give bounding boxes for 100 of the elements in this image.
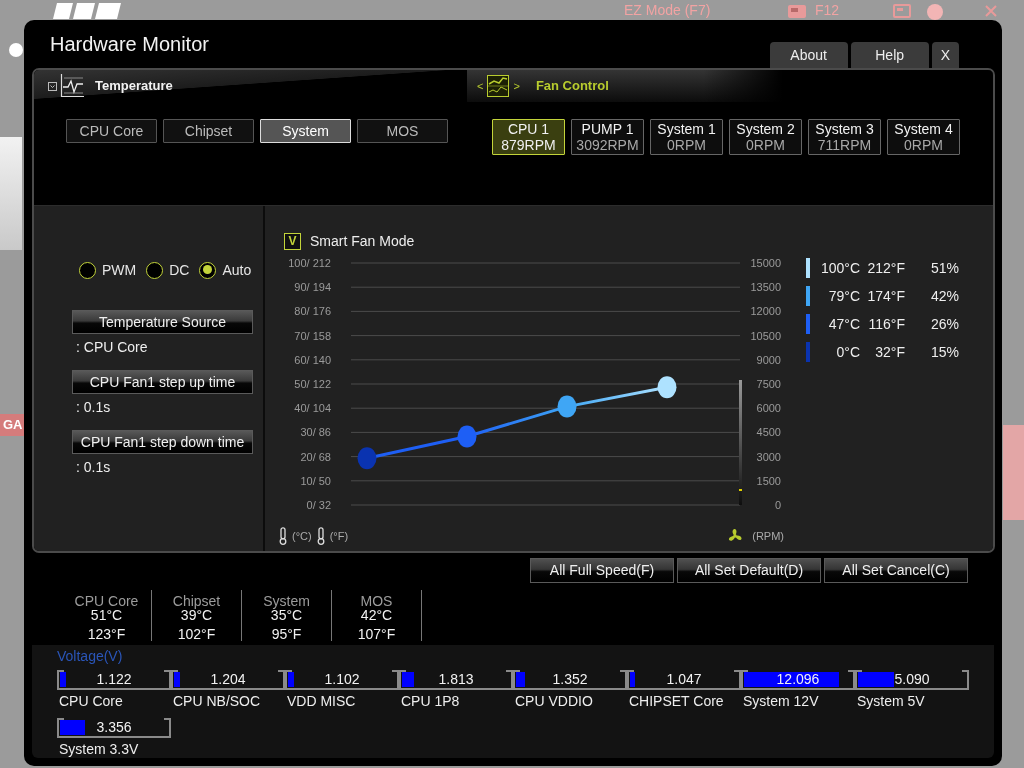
axis-tick-label: 7500: [756, 378, 781, 390]
action-button[interactable]: All Set Default(D): [677, 558, 821, 583]
fahrenheit-value: 32°F: [874, 342, 905, 362]
card-icon: [788, 5, 806, 18]
voltage-reading: 1.813: [438, 671, 474, 687]
checkbox-label[interactable]: Smart Fan Mode: [310, 230, 415, 252]
axis-tick-label: 90/ 194: [294, 281, 331, 294]
voltage-reading: 3.356: [96, 719, 132, 735]
temperature-reading: 35°C: [270, 608, 303, 623]
axis-tick-label: 100/ 212: [288, 257, 331, 269]
temperature-reading: 42°C: [360, 608, 393, 623]
axis-tick-label: 1500: [756, 474, 781, 487]
fahrenheit-value: 212°F: [866, 258, 905, 278]
meter-label: System 12V: [742, 693, 820, 709]
sensor-name: CPU Core: [74, 594, 139, 608]
axis-tick-label: 4500: [756, 426, 781, 439]
menu-label: EZ Mode (F7): [624, 2, 711, 19]
axis-tick-label: 6000: [756, 402, 781, 415]
voltage-reading: 1.102: [324, 671, 360, 687]
fan-speed-value: 26%: [929, 314, 959, 334]
fan-tab[interactable]: CPU 1 879RPM: [492, 119, 565, 155]
sensor-tab[interactable]: System: [260, 119, 351, 143]
chart-icon: [487, 75, 510, 97]
celsius-value: 100°C: [819, 258, 860, 278]
close-button[interactable]: X: [931, 42, 959, 68]
section-title: Fan Control: [535, 77, 609, 96]
settings-button[interactable]: Temperature Source: [72, 310, 253, 334]
sensor-tab[interactable]: Chipset: [163, 119, 254, 143]
temperature-reading: 107°F: [357, 625, 396, 643]
setting-value: : 0.1s: [76, 399, 112, 415]
action-button[interactable]: All Full Speed(F): [530, 558, 674, 583]
axis-tick-label: 13500: [750, 281, 781, 294]
fan-tab[interactable]: System 2 0RPM: [729, 119, 802, 155]
option-label[interactable]: DC: [169, 259, 190, 281]
fahrenheit-value: 116°F: [867, 314, 905, 334]
sensor-tab[interactable]: CPU Core: [66, 119, 157, 143]
fan-speed-value: 42%: [929, 286, 959, 306]
fan-tab[interactable]: System 3 711RPM: [808, 119, 881, 155]
header-button[interactable]: About: [769, 42, 848, 68]
fahrenheit-value: 174°F: [866, 286, 905, 306]
meter-label: CPU 1P8: [400, 693, 461, 709]
setting-value: : CPU Core: [76, 339, 149, 355]
voltage-reading: 12.096: [776, 671, 820, 687]
radio-button[interactable]: [79, 261, 96, 279]
fan-speed-value: 15%: [929, 342, 959, 362]
side-banner: GA: [0, 414, 24, 436]
celsius-value: 47°C: [827, 314, 860, 334]
meter-label: CPU NB/SOC: [172, 693, 262, 709]
unit-label: (°F): [329, 528, 349, 544]
axis-tick-label: 0: [774, 499, 781, 511]
next-button[interactable]: >: [513, 79, 520, 93]
header-button[interactable]: Help: [850, 42, 929, 68]
meter-label: System 5V: [856, 693, 926, 709]
collapse-icon: [48, 81, 57, 91]
axis-tick-label: 0/ 32: [306, 499, 331, 511]
settings-button[interactable]: CPU Fan1 step up time: [72, 370, 253, 394]
fan-tab[interactable]: System 1 0RPM: [650, 119, 723, 155]
action-button[interactable]: All Set Cancel(C): [824, 558, 968, 583]
setting-value: : 0.1s: [76, 459, 112, 475]
option-label[interactable]: Auto: [222, 259, 252, 281]
settings-button[interactable]: CPU Fan1 step down time: [72, 430, 253, 454]
unit-label: (RPM): [752, 528, 784, 544]
circle-icon: [9, 43, 23, 57]
axis-tick-label: 12000: [750, 305, 781, 318]
axis-tick-label: 3000: [756, 450, 781, 463]
voltage-reading: 1.047: [666, 671, 702, 687]
voltage-reading: 1.352: [552, 671, 588, 687]
key-label: F12: [815, 2, 840, 19]
checkbox[interactable]: V: [284, 232, 301, 250]
temperature-reading: 102°F: [177, 625, 216, 643]
axis-tick-label: 10500: [750, 329, 781, 342]
axis-tick-label: 15000: [750, 257, 781, 269]
axis-tick-label: 50/ 122: [294, 378, 331, 390]
radio-button[interactable]: [146, 261, 164, 279]
temperature-reading: 123°F: [87, 625, 126, 643]
meter-label: CHIPSET Core: [628, 693, 725, 709]
monitor-icon: [893, 4, 911, 19]
close-icon: [985, 5, 997, 17]
fan-tab[interactable]: PUMP 1 3092RPM: [571, 119, 644, 155]
celsius-value: 79°C: [827, 286, 860, 306]
axis-tick-label: 20/ 68: [300, 450, 331, 463]
axis-tick-label: 70/ 158: [294, 329, 331, 342]
voltage-reading: 5.090: [894, 671, 930, 687]
temperature-reading: 51°C: [90, 608, 123, 623]
voltage-reading: 1.204: [210, 671, 246, 687]
radio-button[interactable]: [199, 261, 217, 279]
section-title: Temperature: [95, 77, 173, 96]
meter-label: VDD MISC: [286, 693, 357, 709]
voltage-reading: 1.122: [96, 671, 132, 687]
axis-tick-label: 80/ 176: [294, 305, 331, 318]
sensor-name: MOS: [360, 594, 393, 608]
sensor-tab[interactable]: MOS: [357, 119, 448, 143]
option-label[interactable]: PWM: [102, 259, 137, 281]
fan-tab[interactable]: System 4 0RPM: [887, 119, 960, 155]
temperature-reading: 95°F: [271, 625, 302, 643]
previous-button[interactable]: <: [477, 79, 484, 93]
meter-label: System 3.3V: [58, 741, 140, 757]
sensor-name: Chipset: [172, 594, 221, 608]
window-title: Hardware Monitor: [50, 32, 209, 56]
section-title: Voltage(V): [57, 648, 124, 664]
